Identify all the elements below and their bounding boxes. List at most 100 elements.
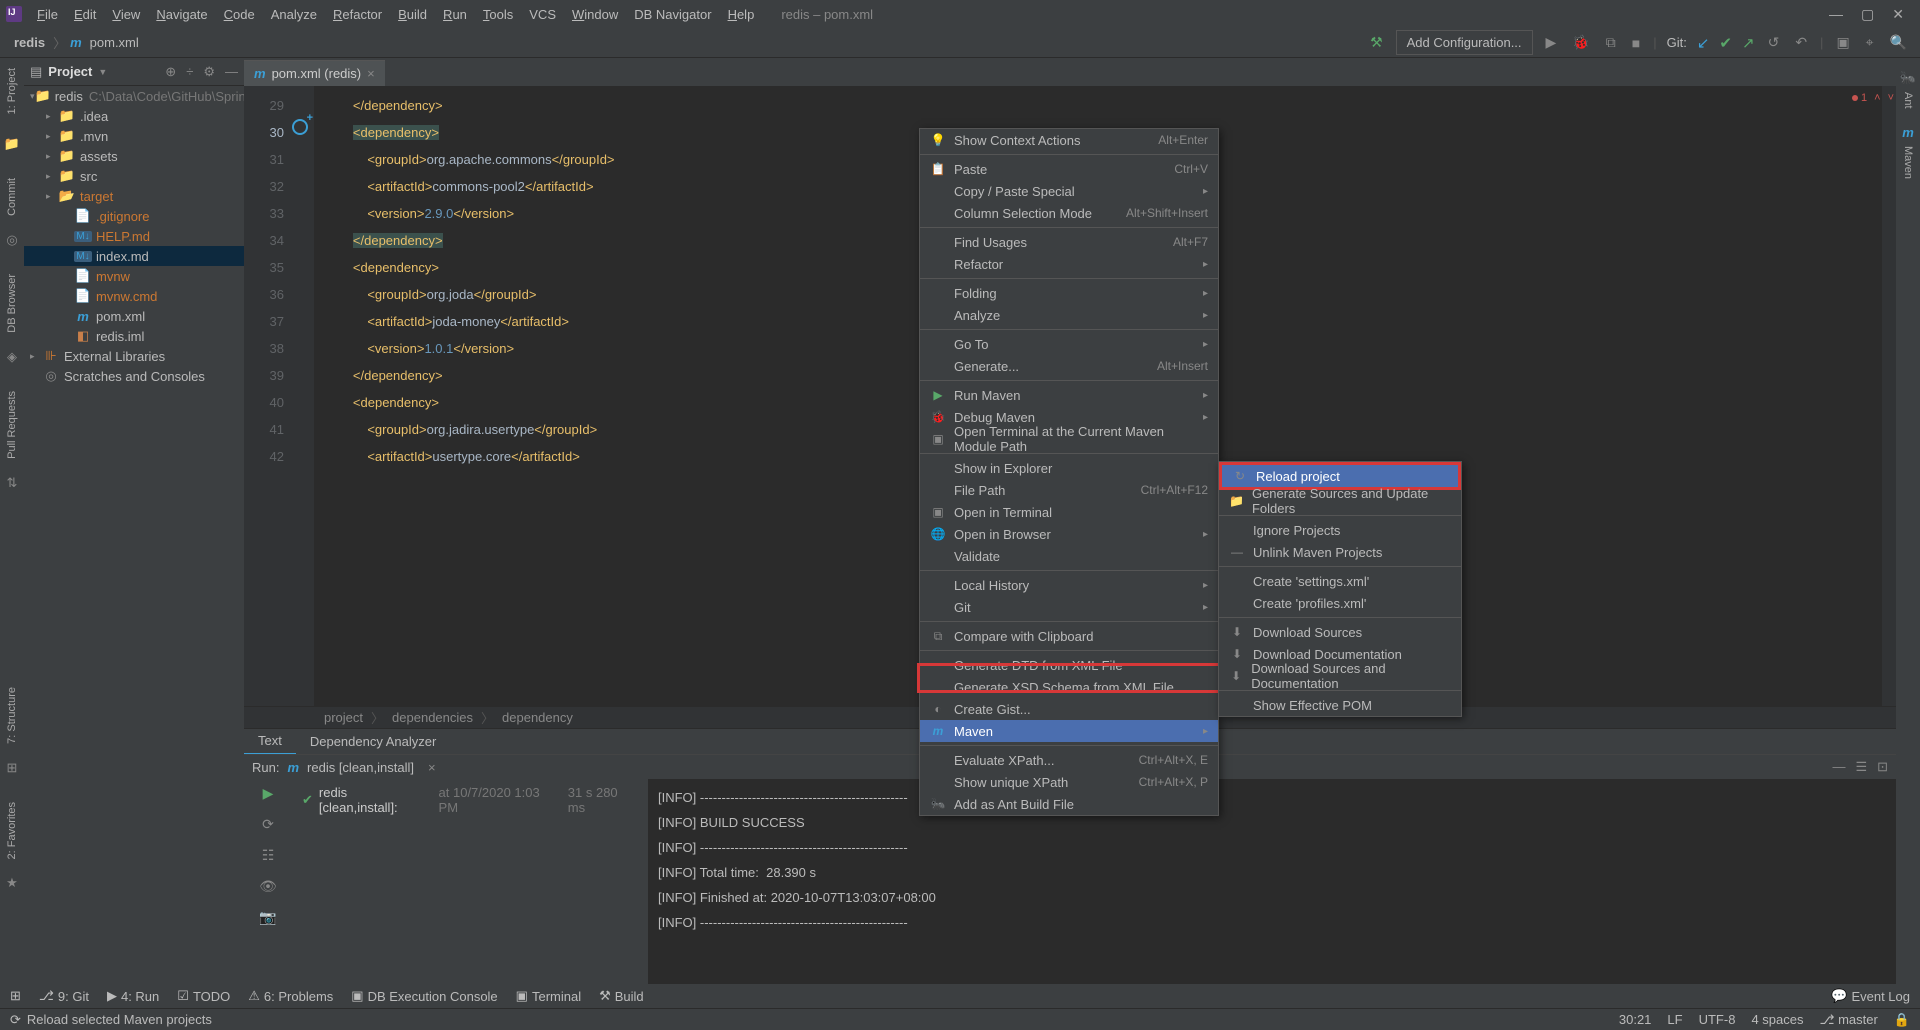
run-panel-min-icon[interactable]: — <box>1832 759 1845 775</box>
menu-item-download-sources-and-documentation[interactable]: ⬇Download Sources and Documentation <box>1219 665 1461 687</box>
git-branch[interactable]: ⎇ master <box>1819 1012 1877 1028</box>
hammer-build-icon[interactable]: ⚒ <box>1367 34 1386 51</box>
menu-item-open-terminal-at-the-current-maven-module-path[interactable]: ▣Open Terminal at the Current Maven Modu… <box>920 428 1218 450</box>
menu-code[interactable]: Code <box>217 3 262 26</box>
project-label[interactable]: Project <box>48 64 92 79</box>
git-commit-icon[interactable]: ✔ <box>1719 34 1732 52</box>
rail-commit[interactable]: Commit <box>4 172 20 222</box>
git-update-icon[interactable]: ↙ <box>1697 34 1710 52</box>
menu-item-add-as-ant-build-file[interactable]: 🐜Add as Ant Build File <box>920 793 1218 815</box>
menu-item-refactor[interactable]: Refactor▸ <box>920 253 1218 275</box>
tree-row[interactable]: ▸📁src <box>24 166 244 186</box>
caret-pos[interactable]: 30:21 <box>1619 1012 1652 1027</box>
menu-item-copy-paste-special[interactable]: Copy / Paste Special▸ <box>920 180 1218 202</box>
bottom-git[interactable]: ⎇9: Git <box>39 988 89 1004</box>
suggestion-icon[interactable] <box>292 119 308 135</box>
menu-item-create-settings-xml-[interactable]: Create 'settings.xml' <box>1219 570 1461 592</box>
line-gutter[interactable]: 2930313233343536373839404142 <box>244 86 292 706</box>
tree-row[interactable]: ▸📂target <box>24 186 244 206</box>
menu-item-generate-sources-and-update-folders[interactable]: 📁Generate Sources and Update Folders <box>1219 490 1461 512</box>
menu-db-navigator[interactable]: DB Navigator <box>627 3 718 26</box>
context-menu[interactable]: 💡Show Context ActionsAlt+Enter📋PasteCtrl… <box>919 128 1219 816</box>
error-stripe[interactable]: 1˄˅ <box>1882 86 1896 706</box>
menu-tools[interactable]: Tools <box>476 3 520 26</box>
run-panel-settings-icon[interactable]: ⊡ <box>1877 759 1888 775</box>
tree-row[interactable]: ◎Scratches and Consoles <box>24 366 244 386</box>
rail-maven[interactable]: Maven <box>1900 140 1916 185</box>
menu-item-open-in-terminal[interactable]: ▣Open in Terminal <box>920 501 1218 523</box>
indent[interactable]: 4 spaces <box>1751 1012 1803 1027</box>
project-tree[interactable]: ▾📁redisC:\Data\Code\GitHub\Sprin▸📁.idea▸… <box>24 86 244 984</box>
stop-icon[interactable]: ■ <box>1629 35 1643 51</box>
select-file-icon[interactable]: ⊕ <box>165 64 176 80</box>
ide-settings-icon[interactable]: ▣ <box>1833 34 1852 51</box>
menu-item-column-selection-mode[interactable]: Column Selection ModeAlt+Shift+Insert <box>920 202 1218 224</box>
tree-row[interactable]: ▸📁assets <box>24 146 244 166</box>
menu-item-ignore-projects[interactable]: Ignore Projects <box>1219 519 1461 541</box>
add-configuration-button[interactable]: Add Configuration... <box>1396 30 1533 55</box>
run-stop-icon[interactable]: ⟳ <box>262 816 274 833</box>
debug-icon[interactable]: 🐞 <box>1569 34 1592 51</box>
encoding[interactable]: UTF-8 <box>1699 1012 1736 1027</box>
tab-close-icon[interactable]: × <box>367 66 375 81</box>
bottom-terminal[interactable]: ▣Terminal <box>516 988 581 1004</box>
bottom-run[interactable]: ▶4: Run <box>107 988 159 1004</box>
status-refresh-icon[interactable]: ⟳ <box>10 1012 21 1028</box>
menu-item-analyze[interactable]: Analyze▸ <box>920 304 1218 326</box>
menu-run[interactable]: Run <box>436 3 474 26</box>
rail-ant[interactable]: Ant <box>1900 86 1916 115</box>
hide-icon[interactable]: — <box>225 64 238 80</box>
menu-file[interactable]: File <box>30 3 65 26</box>
tree-row[interactable]: mpom.xml <box>24 306 244 326</box>
editor-tab[interactable]: m pom.xml (redis) × <box>244 60 385 86</box>
menu-item-evaluate-xpath-[interactable]: Evaluate XPath...Ctrl+Alt+X, E <box>920 749 1218 771</box>
tree-row[interactable]: ▸📁.mvn <box>24 126 244 146</box>
maven-submenu[interactable]: ↻Reload project📁Generate Sources and Upd… <box>1218 461 1462 717</box>
menu-refactor[interactable]: Refactor <box>326 3 389 26</box>
history-icon[interactable]: ↺ <box>1765 34 1783 51</box>
menu-item-create-gist-[interactable]: ◐Create Gist... <box>920 698 1218 720</box>
tree-row[interactable]: ▾📁redisC:\Data\Code\GitHub\Sprin <box>24 86 244 106</box>
run-filter-icon[interactable]: ☷ <box>262 847 275 864</box>
sub-tab-dependency[interactable]: Dependency Analyzer <box>296 729 450 754</box>
revert-icon[interactable]: ↶ <box>1792 34 1810 51</box>
run-scroll-icon[interactable]: 📷 <box>259 909 276 926</box>
run-panel-layout-icon[interactable]: ☰ <box>1855 759 1867 775</box>
menu-item-file-path[interactable]: File PathCtrl+Alt+F12 <box>920 479 1218 501</box>
menu-item-open-in-browser[interactable]: 🌐Open in Browser▸ <box>920 523 1218 545</box>
tree-row[interactable]: 📄mvnw <box>24 266 244 286</box>
tree-row[interactable]: ▸📁.idea <box>24 106 244 126</box>
bottom-build[interactable]: ⚒Build <box>599 988 644 1004</box>
breadcrumb-root[interactable]: redis <box>10 35 49 50</box>
rail-pull-requests[interactable]: Pull Requests <box>4 385 20 465</box>
coverage-icon[interactable]: ⧉ <box>1603 34 1619 51</box>
menu-item-run-maven[interactable]: ▶Run Maven▸ <box>920 384 1218 406</box>
menu-item-validate[interactable]: Validate <box>920 545 1218 567</box>
menu-item-compare-with-clipboard[interactable]: ⧉Compare with Clipboard <box>920 625 1218 647</box>
menu-item-find-usages[interactable]: Find UsagesAlt+F7 <box>920 231 1218 253</box>
menu-item-create-profiles-xml-[interactable]: Create 'profiles.xml' <box>1219 592 1461 614</box>
run-icon[interactable]: ▶ <box>1543 34 1560 51</box>
menu-view[interactable]: View <box>105 3 147 26</box>
project-dropdown-icon[interactable]: ▼ <box>98 67 107 77</box>
menu-window[interactable]: Window <box>565 3 625 26</box>
run-task-tree[interactable]: ✔ redis [clean,install]: at 10/7/2020 1:… <box>292 779 648 984</box>
rerun-icon[interactable]: ▶ <box>263 785 274 802</box>
bottom-db[interactable]: ▣DB Execution Console <box>351 988 497 1004</box>
run-console[interactable]: [INFO] ---------------------------------… <box>648 779 1896 984</box>
menu-item-paste[interactable]: 📋PasteCtrl+V <box>920 158 1218 180</box>
tree-row[interactable]: ◧redis.iml <box>24 326 244 346</box>
rail-db-browser[interactable]: DB Browser <box>4 268 20 339</box>
expand-all-icon[interactable]: ÷ <box>186 64 193 80</box>
event-log-icon[interactable]: 💬 <box>1831 988 1847 1004</box>
rail-project[interactable]: 1: Project <box>4 62 20 120</box>
tree-row[interactable]: M↓index.md <box>24 246 244 266</box>
menu-item-show-in-explorer[interactable]: Show in Explorer <box>920 457 1218 479</box>
menu-item-show-unique-xpath[interactable]: Show unique XPathCtrl+Alt+X, P <box>920 771 1218 793</box>
run-tab-close-icon[interactable]: × <box>428 760 436 775</box>
menu-edit[interactable]: Edit <box>67 3 103 26</box>
menu-item-maven[interactable]: mMaven▸ <box>920 720 1218 742</box>
tree-row[interactable]: M↓HELP.md <box>24 226 244 246</box>
menu-item-local-history[interactable]: Local History▸ <box>920 574 1218 596</box>
menu-item-go-to[interactable]: Go To▸ <box>920 333 1218 355</box>
